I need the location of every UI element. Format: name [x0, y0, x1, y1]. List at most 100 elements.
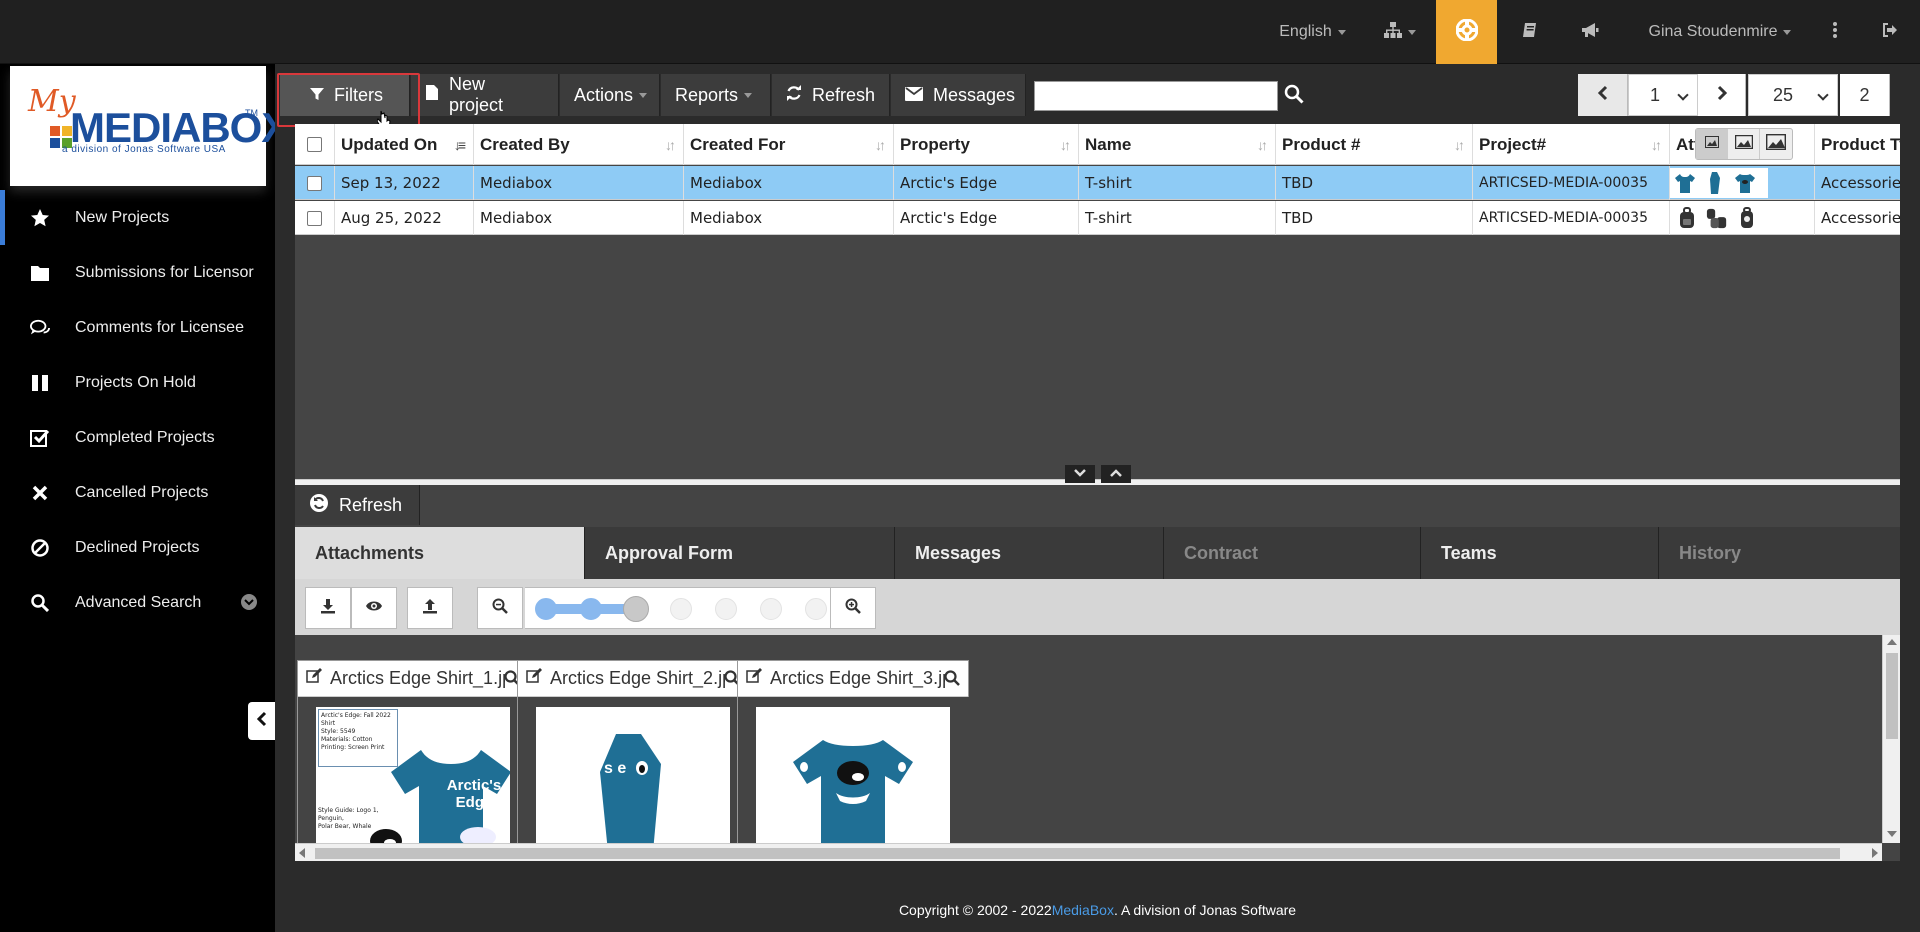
- column-header-created-by[interactable]: Created By ↓↑: [474, 124, 684, 165]
- chevron-down-icon[interactable]: [241, 594, 257, 610]
- row-checkbox[interactable]: [307, 210, 322, 226]
- collapse-sidebar-button[interactable]: [248, 702, 275, 740]
- mediabox-link[interactable]: MediaBox: [1052, 902, 1114, 918]
- gallery-horizontal-scrollbar[interactable]: [295, 843, 1882, 861]
- scroll-down-arrow[interactable]: [1887, 831, 1897, 837]
- tshirt-side-image[interactable]: s e: [536, 707, 730, 851]
- tshirt-design-sheet-image[interactable]: Arctic's Edge: Fall 2022 Shirt Style: 55…: [316, 707, 510, 851]
- scroll-right-arrow[interactable]: [1872, 848, 1878, 858]
- row-checkbox[interactable]: [307, 175, 322, 191]
- tab-attachments[interactable]: Attachments: [295, 527, 585, 579]
- column-header-name[interactable]: Name ↓↑: [1079, 124, 1276, 165]
- edit-icon[interactable]: [526, 668, 542, 689]
- messages-button[interactable]: Messages: [891, 74, 1026, 116]
- sort-desc-icon[interactable]: ↓≡: [454, 137, 466, 153]
- zoom-slider-knob[interactable]: [623, 596, 649, 622]
- edit-icon[interactable]: [306, 668, 322, 689]
- actions-dropdown[interactable]: Actions: [560, 74, 660, 116]
- upload-button[interactable]: [407, 587, 453, 629]
- refresh-circle-icon: [309, 493, 329, 518]
- announcements-button[interactable]: [1570, 0, 1610, 64]
- zoom-step[interactable]: [580, 598, 602, 620]
- reports-dropdown[interactable]: Reports: [661, 74, 771, 116]
- more-menu-button[interactable]: [1820, 0, 1850, 64]
- scroll-left-arrow[interactable]: [299, 848, 305, 858]
- table-row[interactable]: Sep 13, 2022 Mediabox Mediabox Arctic's …: [295, 166, 1900, 200]
- attachment-card[interactable]: Arctics Edge Shirt_3.jpg: [737, 660, 970, 851]
- expand-panel-button[interactable]: [1101, 465, 1131, 483]
- next-page-button[interactable]: [1698, 74, 1746, 116]
- sort-icon[interactable]: ↓↑: [1454, 137, 1465, 153]
- medium-thumbnail-view-button[interactable]: [1728, 129, 1760, 159]
- refresh-button[interactable]: Refresh: [772, 74, 890, 116]
- language-dropdown[interactable]: English: [1265, 0, 1360, 64]
- tshirt-thumbnail[interactable]: [1674, 170, 1696, 196]
- sidebar-item-comments-for-licensee[interactable]: Comments for Licensee: [0, 300, 275, 355]
- user-menu[interactable]: Gina Stoudenmire: [1635, 0, 1805, 64]
- small-thumbnail-view-button[interactable]: [1696, 129, 1728, 159]
- logout-button[interactable]: [1870, 0, 1910, 64]
- tshirt-back-image[interactable]: [756, 707, 950, 851]
- sidebar-item-cancelled-projects[interactable]: Cancelled Projects: [0, 465, 275, 520]
- sort-icon[interactable]: ↓↑: [665, 137, 676, 153]
- previous-page-button[interactable]: [1578, 74, 1628, 116]
- sidebar-item-new-projects[interactable]: New Projects: [0, 190, 275, 245]
- backpack-group-thumbnail[interactable]: [1706, 205, 1728, 231]
- zoom-in-button[interactable]: [830, 587, 876, 629]
- gallery-vertical-scrollbar[interactable]: [1882, 635, 1900, 843]
- search-input[interactable]: [1034, 81, 1278, 111]
- scrollbar-thumb[interactable]: [1886, 653, 1898, 739]
- zoom-step[interactable]: [535, 598, 557, 620]
- sidebar-item-advanced-search[interactable]: Advanced Search: [0, 575, 275, 630]
- magnifier-icon[interactable]: [944, 670, 960, 691]
- cell-product-type: Accessories: [1821, 174, 1900, 192]
- sidebar-item-declined-projects[interactable]: Declined Projects: [0, 520, 275, 575]
- mymediabox-logo[interactable]: My MEDIABOX TM a division of Jonas Softw…: [10, 66, 289, 186]
- column-header-product-number[interactable]: Product # ↓↑: [1276, 124, 1473, 165]
- large-thumbnail-view-button[interactable]: [1760, 129, 1792, 159]
- column-header-product-type[interactable]: Product Ty: [1815, 124, 1900, 165]
- attachment-card[interactable]: Arctics Edge Shirt_1.jpg Arctic's Edge: …: [297, 660, 530, 851]
- zoom-out-button[interactable]: [477, 587, 523, 629]
- column-header-created-for[interactable]: Created For ↓↑: [684, 124, 894, 165]
- backpack-side-thumbnail[interactable]: [1736, 205, 1758, 231]
- scrollbar-thumb[interactable]: [315, 848, 1840, 859]
- docs-button[interactable]: [1510, 0, 1550, 64]
- scroll-up-arrow[interactable]: [1887, 639, 1897, 645]
- edit-icon[interactable]: [746, 668, 762, 689]
- download-button[interactable]: [305, 587, 351, 629]
- sort-icon[interactable]: ↓↑: [1651, 137, 1662, 153]
- zoom-slider[interactable]: [525, 587, 830, 629]
- tshirt-side-thumbnail[interactable]: [1704, 170, 1726, 196]
- column-header-property[interactable]: Property ↓↑: [894, 124, 1079, 165]
- page-size-select[interactable]: 25: [1748, 74, 1838, 116]
- column-header-updated-on[interactable]: Updated On ↓≡: [335, 124, 474, 165]
- tab-approval-form[interactable]: Approval Form: [585, 527, 895, 579]
- collapse-panel-button[interactable]: [1065, 465, 1095, 483]
- tab-messages[interactable]: Messages: [895, 527, 1164, 579]
- sitemap-dropdown[interactable]: [1370, 0, 1430, 64]
- backpack-thumbnail[interactable]: [1676, 205, 1698, 231]
- sort-icon[interactable]: ↓↑: [875, 137, 886, 153]
- page-select[interactable]: 1: [1628, 74, 1698, 116]
- select-all-checkbox[interactable]: [307, 137, 322, 152]
- zoom-step[interactable]: [670, 598, 692, 620]
- sort-icon[interactable]: ↓↑: [1257, 137, 1268, 153]
- column-header-project-number[interactable]: Project# ↓↑: [1473, 124, 1670, 165]
- zoom-step[interactable]: [760, 598, 782, 620]
- new-project-button[interactable]: New project: [411, 74, 559, 116]
- search-icon[interactable]: [1284, 84, 1304, 109]
- sidebar-item-submissions-for-licensor[interactable]: Submissions for Licensor: [0, 245, 275, 300]
- sidebar-item-projects-on-hold[interactable]: Projects On Hold: [0, 355, 275, 410]
- preview-button[interactable]: [351, 587, 397, 629]
- zoom-step[interactable]: [805, 598, 827, 620]
- detail-refresh-button[interactable]: Refresh: [295, 485, 420, 525]
- sidebar-item-completed-projects[interactable]: Completed Projects: [0, 410, 275, 465]
- help-button[interactable]: [1436, 0, 1497, 64]
- table-row[interactable]: Aug 25, 2022 Mediabox Mediabox Arctic's …: [295, 201, 1900, 235]
- zoom-step[interactable]: [715, 598, 737, 620]
- tab-teams[interactable]: Teams: [1421, 527, 1659, 579]
- attachment-card[interactable]: Arctics Edge Shirt_2.jpg s e: [517, 660, 750, 851]
- tshirt-back-thumbnail[interactable]: [1734, 170, 1756, 196]
- sort-icon[interactable]: ↓↑: [1060, 137, 1071, 153]
